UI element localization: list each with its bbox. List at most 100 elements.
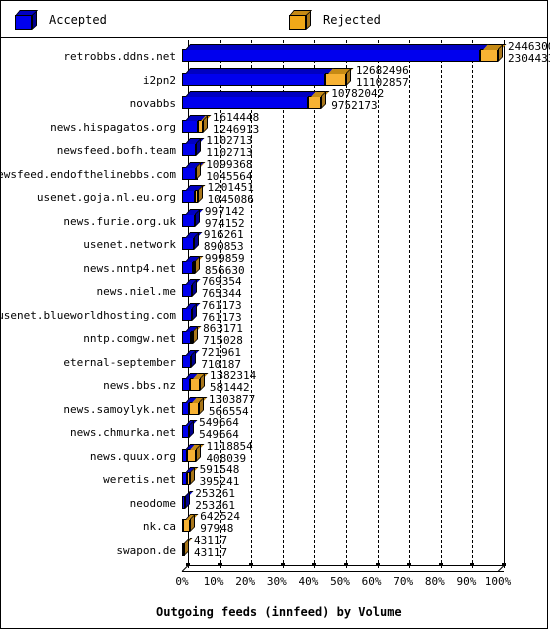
bar-end-cap (185, 490, 191, 509)
x-tick (407, 563, 412, 566)
x-tick (470, 563, 475, 566)
bar-row: news.nntp4.net 999859 856630 (1, 252, 549, 280)
bar-category-label: novabbs (129, 97, 176, 110)
bar-category-label: news.furie.org.uk (63, 214, 176, 228)
legend-label: Accepted (49, 13, 107, 27)
x-tick (217, 563, 222, 566)
bar-segment-accepted (182, 237, 194, 250)
bar-segment-accepted (182, 284, 192, 297)
bar-segment-accepted (182, 166, 196, 180)
bar-row: news.bbs.nz 1382314 581442 (1, 369, 549, 397)
bar-category-label: usenet.blueworldhosting.com (0, 308, 176, 322)
bar-segment-accepted (182, 49, 480, 62)
bar-end-cap (196, 138, 202, 156)
bar-segment-accepted (182, 354, 192, 368)
bar-category-label: news.chmurka.net (70, 426, 176, 439)
bar-category-label: usenet.network (83, 238, 176, 251)
bar-segment-accepted (182, 143, 197, 156)
chart-legend: Accepted Rejected (0, 0, 548, 38)
bar-category-label: news.samoylyk.net (63, 402, 176, 416)
bar-segment-accepted-top (185, 91, 317, 97)
bar-segment-rejected (189, 378, 200, 391)
bar-end-cap (196, 161, 202, 180)
x-tick (280, 563, 285, 566)
bar-end-cap (196, 443, 202, 462)
bar-segment-accepted (182, 119, 199, 133)
bar-category-label: newsfeed.endofthelinebbs.com (0, 167, 176, 181)
x-tick (186, 563, 190, 566)
bar-category-label: neodome (129, 496, 176, 510)
bar-segment-accepted (182, 331, 192, 344)
bar-end-cap (498, 44, 503, 62)
bar-segment-accepted (182, 378, 190, 391)
legend-label: Rejected (323, 13, 381, 27)
bar-row: news.niel.me 769354 765344 (1, 275, 549, 303)
bar-category-label: weretis.net (103, 473, 176, 486)
bar-row: usenet.network 916261 890853 (1, 228, 549, 256)
bar-row: i2pn2 12682496 11102857 (1, 64, 549, 92)
bar-segment-accepted (182, 260, 194, 274)
bar-row: usenet.goja.nl.eu.org 1201451 1045086 (1, 181, 549, 209)
x-tick-label: 100% (484, 575, 512, 588)
bar-end-cap (191, 279, 197, 297)
bar-category-label: news.quux.org (89, 449, 176, 463)
bar-segment-accepted (182, 190, 196, 203)
bar-row: novabbs 10782042 9752173 (1, 87, 549, 115)
bar-row: nntp.comgw.net 863171 715028 (1, 322, 549, 350)
bar-value-accepted: 9752173 (331, 99, 378, 112)
bar-category-label: swapon.de (116, 543, 176, 557)
x-tick (502, 563, 506, 566)
bar-value-accepted: 43117 (194, 545, 228, 559)
bar-row: usenet.blueworldhosting.com 761173 761173 (0, 299, 549, 327)
bar-segment-rejected (325, 72, 346, 86)
cube-icon (15, 10, 39, 30)
bar-category-label: nk.ca (142, 520, 176, 533)
bar-row: news.hispagatos.org 1614448 1246913 (1, 111, 549, 139)
x-axis-line (182, 571, 504, 572)
legend-entry-rejected: Rejected (289, 9, 381, 31)
bar-category-label: eternal-september (63, 355, 176, 369)
bar-end-cap (193, 232, 199, 250)
bar-end-cap (189, 467, 195, 485)
bar-row: swapon.de 43117 43117 (1, 534, 549, 562)
x-tick (312, 563, 317, 566)
bar-category-label: usenet.goja.nl.eu.org (36, 191, 176, 204)
bar-category-label: news.bbs.nz (103, 379, 176, 392)
bar-end-cap (190, 514, 196, 532)
bar-segment-accepted (182, 307, 192, 321)
bar-row: newsfeed.endofthelinebbs.com 1099368 10455… (0, 158, 549, 186)
bar-value-accepted: 23044333 (508, 52, 550, 65)
bar-segment-accepted (182, 72, 326, 86)
bar-end-cap (193, 326, 199, 344)
bar-row: neodome 253261 253261 (1, 487, 549, 515)
bar-category-label: newsfeed.bofh.team (56, 144, 176, 157)
bar-segment-accepted (182, 401, 190, 415)
bar-end-cap (189, 420, 195, 438)
bar-row: eternal-september 721961 710187 (1, 346, 549, 374)
bar-segment-accepted-top (185, 44, 489, 50)
bar-end-cap (199, 373, 205, 391)
bar-segment-rejected (479, 49, 498, 62)
bar-segment-rejected (189, 401, 199, 415)
bar-segment-accepted-top (185, 138, 205, 144)
bar-row: news.samoylyk.net 1303877 566554 (1, 393, 549, 421)
bar-row: nk.ca 642524 97948 (1, 510, 549, 538)
bar-row: retrobbs.ddns.net2446300323044333 (1, 40, 550, 68)
bar-category-label: news.nntp4.net (83, 261, 176, 275)
x-tick (249, 563, 254, 566)
bar-segment-accepted-top (185, 208, 203, 215)
cube-icon (289, 10, 313, 30)
bar-row: weretis.net 591548 395241 (1, 463, 549, 491)
bar-segment-accepted (182, 96, 308, 109)
x-tick (344, 563, 348, 566)
chart-plot-area: 0% 10% 20% 30% 40% 50% 60% 70% 80% 90% 100% retrob… (0, 38, 550, 629)
bar-category-label: i2pn2 (142, 73, 176, 87)
bar-category-label: retrobbs.ddns.net (63, 50, 176, 63)
bar-end-cap (321, 91, 327, 109)
bar-category-label: news.hispagatos.org (50, 120, 176, 134)
bar-segment-rejected (307, 96, 322, 109)
bar-row: news.quux.org 1118854 408039 (1, 440, 549, 468)
bar-segment-accepted-top (185, 67, 334, 74)
x-tick (438, 563, 443, 566)
bar-row: news.chmurka.net 549664 549664 (1, 416, 549, 444)
